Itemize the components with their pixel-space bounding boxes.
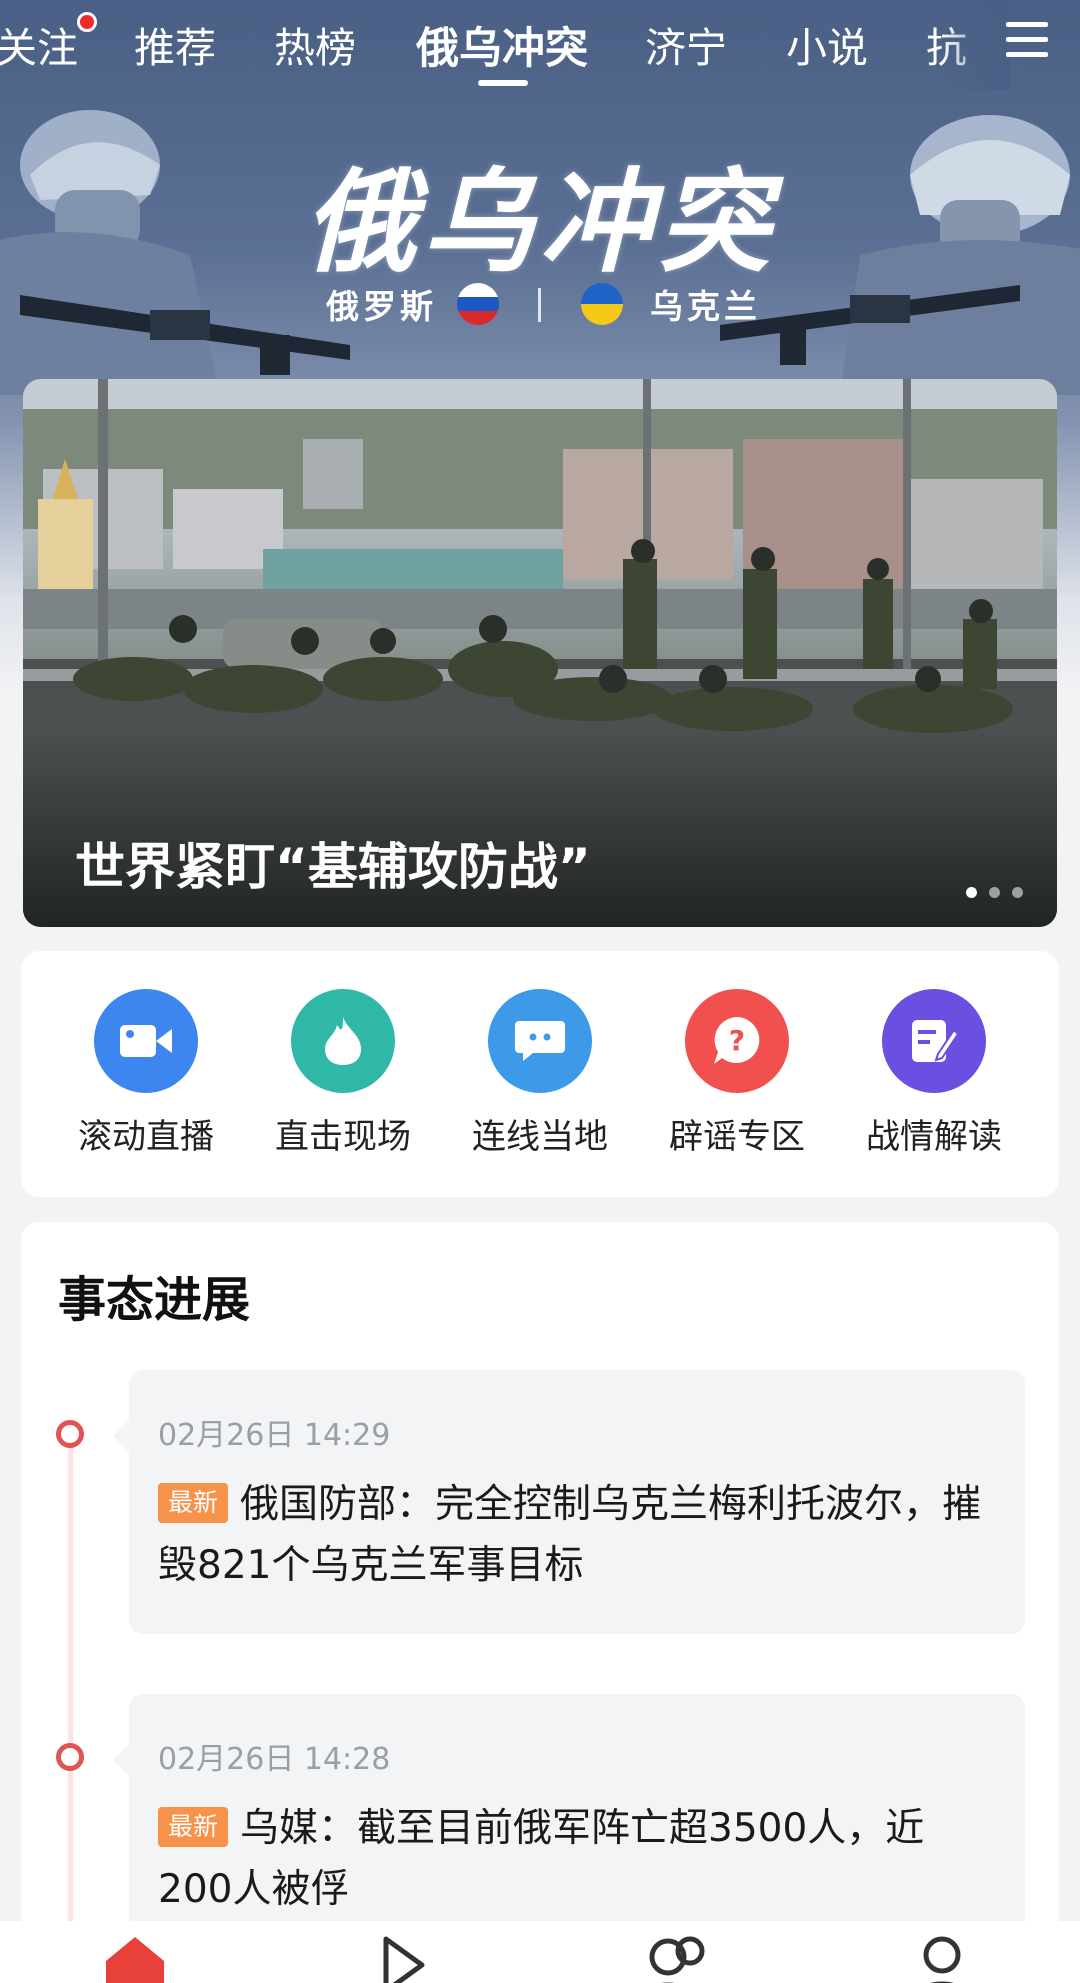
hero-caption[interactable]: 世界紧盯“基辅攻防战”: [75, 827, 591, 899]
quick-entry-label: 滚动直播: [78, 1117, 214, 1157]
timeline-dot: [56, 1420, 84, 1448]
tab-hot-list[interactable]: 热榜: [274, 14, 356, 74]
section-title: 事态进展: [58, 1272, 251, 1328]
community-icon[interactable]: [640, 1933, 710, 1983]
latest-badge: 最新: [158, 1483, 229, 1523]
banner-country-left: 俄罗斯: [326, 287, 437, 326]
flame-icon: [291, 989, 395, 1093]
banner-divider: [538, 288, 541, 322]
quick-entry-live[interactable]: 滚动直播: [66, 989, 226, 1158]
home-icon[interactable]: [102, 1933, 172, 1983]
ukraine-flag-icon: [581, 283, 623, 325]
quick-entry-rumor[interactable]: ? 辟谣专区: [657, 989, 817, 1158]
timeline-arrow: [113, 1744, 129, 1776]
timeline-text: 最新 俄国防部：完全控制乌克兰梅利托波尔，摧毁821个乌克兰军事目标: [158, 1474, 988, 1596]
question-bubble-icon: ?: [685, 989, 789, 1093]
hamburger-menu-icon[interactable]: [1006, 22, 1048, 62]
edit-note-icon: [882, 989, 986, 1093]
tab-recommend[interactable]: 推荐: [134, 14, 216, 74]
chat-bubble-icon: [488, 989, 592, 1093]
notification-dot: [77, 12, 97, 32]
timeline-headline: 俄国防部：完全控制乌克兰梅利托波尔，摧毁821个乌克兰军事目标: [158, 1482, 982, 1588]
quick-entry-scene[interactable]: 直击现场: [263, 989, 423, 1158]
banner-title: 俄乌冲突: [304, 157, 776, 288]
timeline-headline: 乌媒：截至目前俄军阵亡超3500人，近200人被俘: [158, 1806, 925, 1912]
play-video-icon[interactable]: [372, 1933, 442, 1983]
quick-entry-label: 战情解读: [866, 1117, 1002, 1157]
video-camera-icon: [94, 989, 198, 1093]
timeline-time: 02月26日 14:29: [158, 1418, 391, 1453]
carousel-dot: [966, 887, 977, 898]
active-tab-indicator: [478, 80, 528, 86]
latest-badge: 最新: [158, 1807, 229, 1847]
svg-text:?: ?: [729, 1024, 745, 1057]
event-progress-card: 事态进展 02月26日 14:29 最新 俄国防部：完全控制乌克兰梅利托波尔，摧毁…: [21, 1222, 1059, 1983]
quick-entry-label: 辟谣专区: [669, 1117, 805, 1157]
carousel-dot: [989, 887, 1000, 898]
timeline-text: 最新 乌媒：截至目前俄军阵亡超3500人，近200人被俘: [158, 1798, 988, 1920]
tab-jining[interactable]: 济宁: [645, 14, 727, 74]
banner-country-right: 乌克兰: [650, 287, 761, 326]
carousel-dot: [1012, 887, 1023, 898]
timeline-item[interactable]: 02月26日 14:29 最新 俄国防部：完全控制乌克兰梅利托波尔，摧毁821个乌…: [113, 1370, 1025, 1634]
profile-icon[interactable]: [910, 1933, 980, 1983]
timeline-arrow: [113, 1420, 129, 1452]
timeline-dot: [56, 1743, 84, 1771]
quick-entry-label: 直击现场: [275, 1117, 411, 1157]
tab-russia-ukraine[interactable]: 俄乌冲突: [416, 14, 588, 76]
timeline-time: 02月26日 14:28: [158, 1742, 391, 1777]
russia-flag-icon: [457, 283, 499, 325]
quick-entry-connect[interactable]: 连线当地: [460, 989, 620, 1158]
tab-follow[interactable]: 关注: [0, 14, 78, 74]
channel-tabs: 关注 推荐 热榜 俄乌冲突 济宁 小说 抗: [0, 0, 1080, 96]
hero-carousel[interactable]: 世界紧盯“基辅攻防战”: [23, 379, 1057, 927]
quick-entry-panel: 滚动直播 直击现场 连线当地 ? 辟谣专区 战情解读: [21, 951, 1059, 1197]
carousel-indicator: [954, 883, 1023, 902]
tab-novel[interactable]: 小说: [786, 14, 868, 74]
timeline-line: [68, 1444, 73, 1983]
quick-entry-analysis[interactable]: 战情解读: [854, 989, 1014, 1158]
bottom-navigation: [0, 1921, 1080, 1983]
quick-entry-label: 连线当地: [472, 1117, 608, 1157]
tab-fade: [940, 0, 1010, 90]
